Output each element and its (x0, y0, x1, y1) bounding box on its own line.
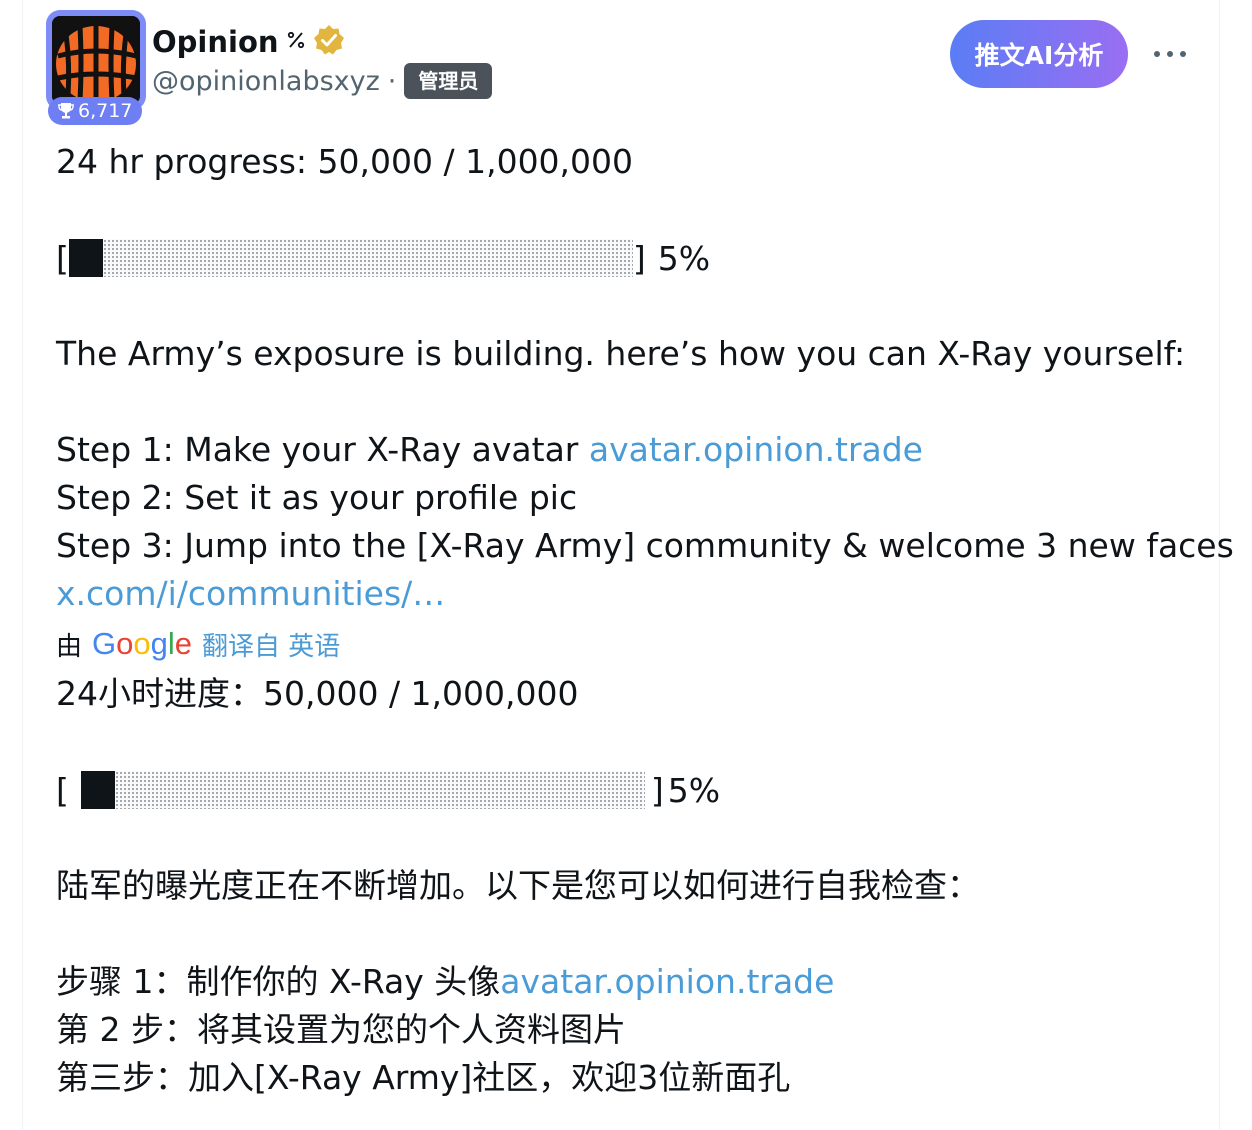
translated-progress-bar-empty (114, 771, 645, 809)
translated-by-label: 由 (56, 631, 83, 662)
translated-step3-line: 第三步：加入[X-Ray Army]社区，欢迎3位新面孔 (56, 1058, 791, 1097)
more-options-icon[interactable] (1150, 36, 1190, 72)
step1-text: Step 1: Make your X-Ray avatar (56, 430, 589, 469)
bar-open-bracket: [ (56, 238, 69, 278)
translated-progress-percent: 5% (667, 770, 721, 810)
score-value: 6,717 (78, 100, 133, 122)
trophy-icon (58, 103, 74, 119)
avatar[interactable] (52, 16, 140, 104)
progress-percent: 5% (657, 238, 711, 278)
percent-icon (287, 28, 305, 56)
role-badge: 管理员 (404, 63, 493, 99)
step1-line: Step 1: Make your X-Ray avatar avatar.op… (56, 426, 923, 474)
handle-row: @opinionlabsxyz · 管理员 (152, 62, 493, 100)
progress-bar: [ ] 5% (56, 234, 710, 282)
progress-bar-empty (102, 239, 633, 277)
translated-bar-close-bracket: ] (650, 770, 664, 810)
display-name[interactable]: Opinion (152, 25, 279, 59)
translated-step1-text: 步骤 1：制作你的 X-Ray 头像 (56, 962, 501, 1001)
bar-close-bracket: ] (632, 238, 646, 278)
avatar-image (52, 16, 140, 104)
translated-progress-bar: [ ] 5% (56, 766, 720, 814)
step3-line: Step 3: Jump into the [X-Ray Army] commu… (56, 526, 1234, 565)
translated-progress-line: 24小时进度：50,000 / 1,000,000 (56, 674, 579, 713)
avatar-link[interactable]: avatar.opinion.trade (589, 430, 923, 469)
translated-avatar-link[interactable]: avatar.opinion.trade (500, 962, 834, 1001)
progress-line: 24 hr progress: 50,000 / 1,000,000 (56, 142, 634, 181)
name-row[interactable]: Opinion (152, 22, 345, 62)
score-badge: 6,717 (48, 97, 143, 125)
ai-analysis-button[interactable]: 推文AI分析 (950, 20, 1128, 88)
exposure-line: The Army’s exposure is building. here’s … (56, 334, 1186, 373)
translated-bar-open-bracket: [ (56, 770, 69, 810)
translation-attribution: 由 Google 翻译自 英语 (56, 622, 340, 666)
translated-step1-line: 步骤 1：制作你的 X-Ray 头像avatar.opinion.trade (56, 958, 834, 1006)
translated-from-link[interactable]: 翻译自 英语 (202, 626, 340, 663)
translated-step2-line: 第 2 步：将其设置为您的个人资料图片 (56, 1010, 626, 1049)
translated-progress-bar-fill (80, 771, 115, 809)
translated-exposure-line: 陆军的曝光度正在不断增加。以下是您可以如何进行自我检查： (56, 866, 980, 905)
community-link[interactable]: x.com/i/communities/… (56, 570, 445, 618)
step2-line: Step 2: Set it as your profile pic (56, 478, 578, 517)
separator: · (387, 65, 397, 97)
avatar-frame[interactable] (46, 10, 146, 110)
progress-bar-fill (68, 239, 103, 277)
google-logo: Google (92, 626, 193, 661)
handle[interactable]: @opinionlabsxyz (152, 66, 380, 97)
verified-badge-icon (313, 24, 345, 60)
